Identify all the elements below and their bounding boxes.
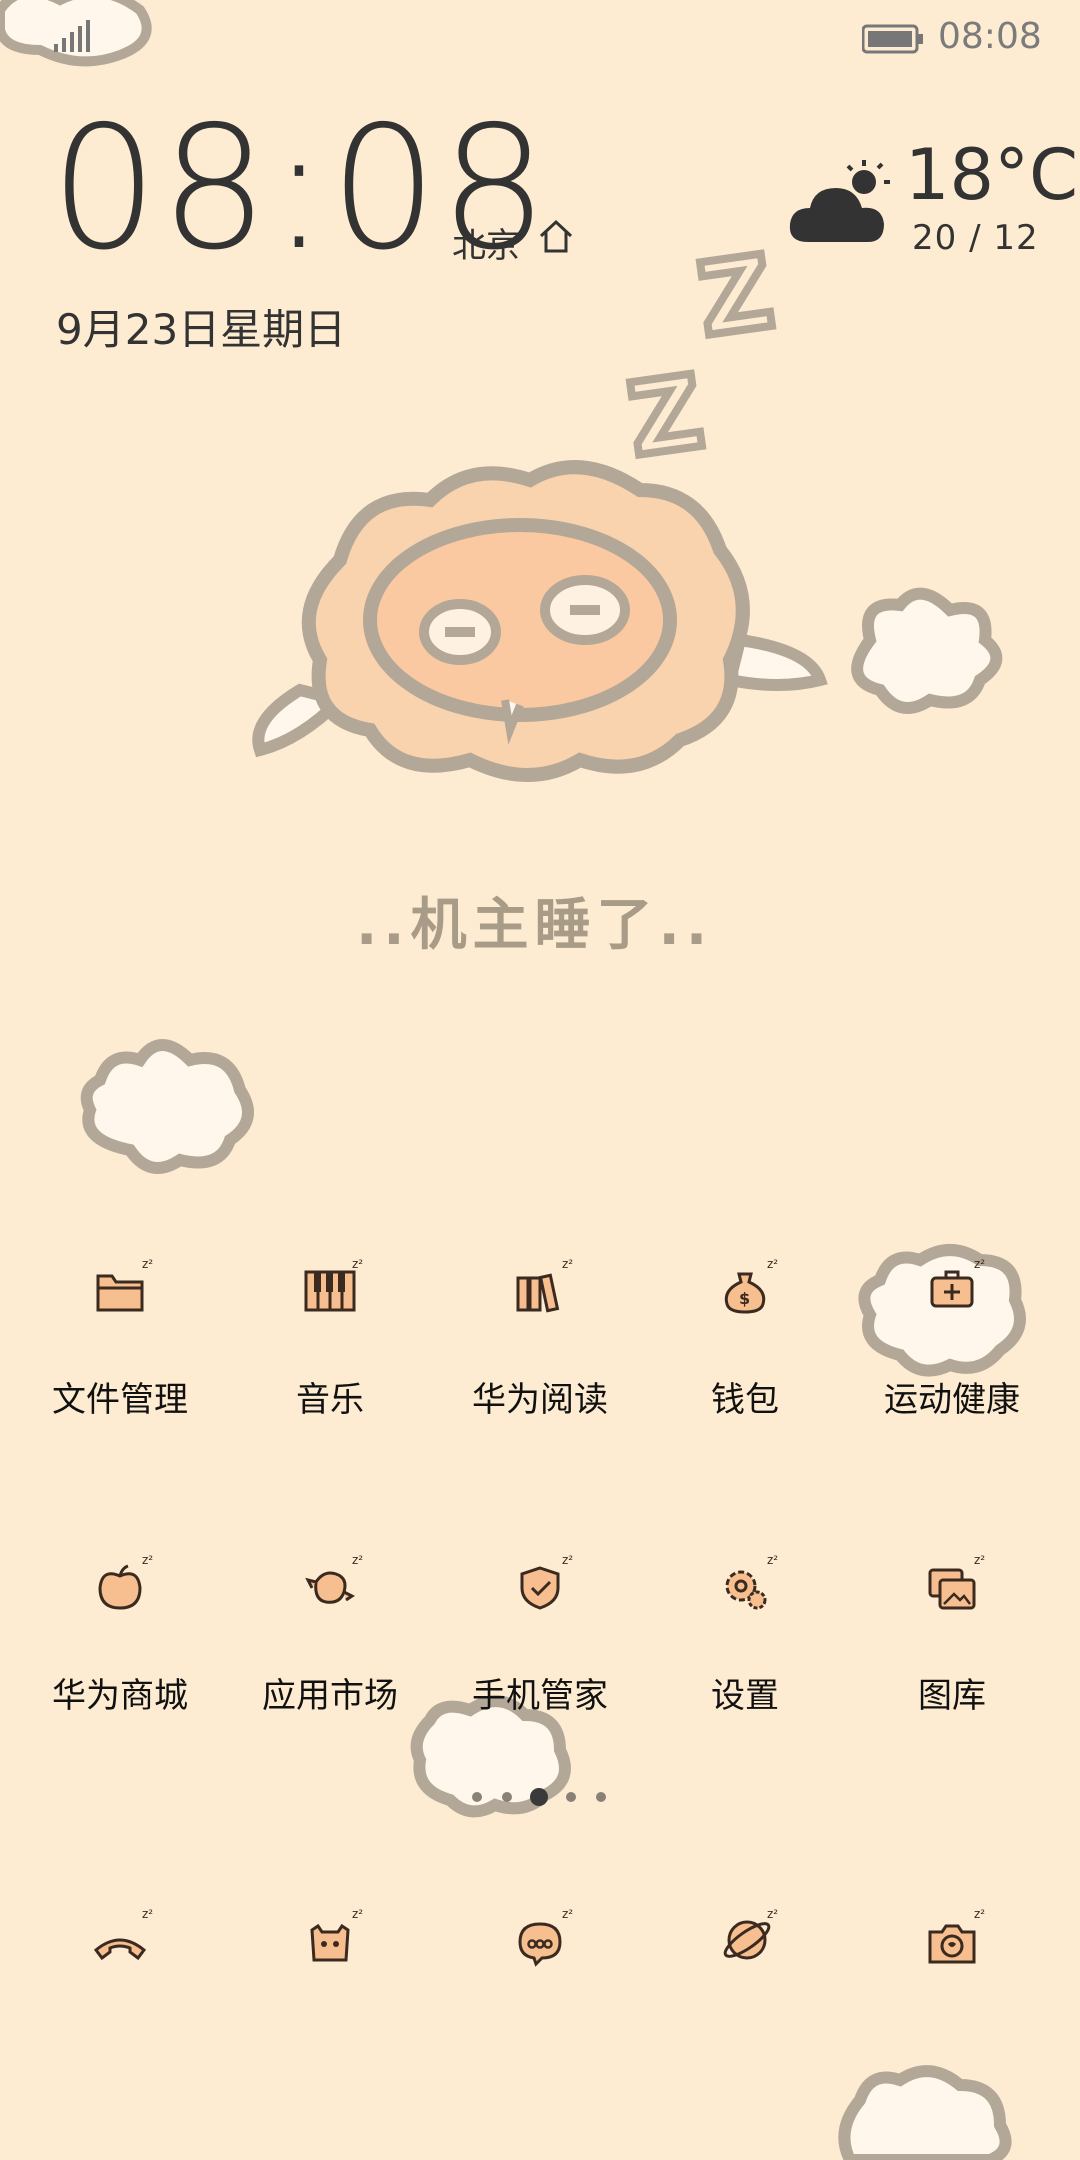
svg-text:z²: z² bbox=[352, 1907, 363, 1921]
app-music[interactable]: z² 音乐 bbox=[240, 1250, 420, 1450]
browser-icon: z² bbox=[723, 1907, 778, 1960]
app-label: 应用市场 bbox=[262, 1676, 398, 1716]
page-indicator[interactable] bbox=[470, 1786, 610, 1810]
temperature-range[interactable]: 20 / 12 bbox=[912, 218, 1039, 258]
svg-text:z²: z² bbox=[142, 1257, 153, 1271]
page-dot-active[interactable] bbox=[530, 1788, 548, 1806]
dock-phone[interactable]: z² bbox=[30, 1900, 210, 2000]
folder-icon: z² bbox=[96, 1257, 153, 1312]
svg-text:$: $ bbox=[739, 1289, 750, 1308]
page-dot[interactable] bbox=[502, 1792, 512, 1802]
app-health[interactable]: z² 运动健康 bbox=[862, 1250, 1042, 1450]
app-settings[interactable]: z² 设置 bbox=[655, 1546, 835, 1746]
app-label: 设置 bbox=[711, 1676, 779, 1716]
cloud-decoration bbox=[80, 1039, 254, 1174]
app-label: 钱包 bbox=[711, 1380, 779, 1420]
app-label: 文件管理 bbox=[52, 1380, 188, 1420]
page-dot[interactable] bbox=[566, 1792, 576, 1802]
home-icon bbox=[539, 219, 573, 253]
app-wallet[interactable]: $ z² 钱包 bbox=[655, 1250, 835, 1450]
cloud-decoration bbox=[851, 587, 1003, 714]
partly-cloudy-icon[interactable] bbox=[788, 158, 896, 246]
books-icon: z² bbox=[516, 1257, 573, 1313]
camera-icon: z² bbox=[928, 1907, 985, 1964]
app-app-market[interactable]: z² 应用市场 bbox=[240, 1546, 420, 1746]
gallery-icon: z² bbox=[928, 1553, 985, 1610]
store-icon: z² bbox=[98, 1553, 153, 1610]
z-decoration: Z bbox=[622, 353, 710, 479]
app-huawei-reader[interactable]: z² 华为阅读 bbox=[450, 1250, 630, 1450]
app-label: 音乐 bbox=[296, 1380, 364, 1420]
wallet-icon: $ z² bbox=[724, 1257, 778, 1314]
svg-text:z²: z² bbox=[974, 1257, 985, 1271]
svg-text:z²: z² bbox=[142, 1907, 153, 1921]
svg-text:z²: z² bbox=[767, 1257, 778, 1271]
status-bar-time: 08:08 bbox=[938, 16, 1042, 57]
signal-strength-icon bbox=[54, 20, 90, 52]
phone-icon: z² bbox=[93, 1907, 153, 1961]
cloud-decoration bbox=[838, 2065, 1012, 2160]
battery-icon bbox=[862, 24, 923, 54]
sleeping-pig-character bbox=[252, 460, 828, 782]
app-label: 手机管家 bbox=[472, 1676, 608, 1716]
dock-camera[interactable]: z² bbox=[862, 1900, 1042, 2000]
svg-text:z²: z² bbox=[767, 1553, 778, 1567]
app-phone-manager[interactable]: z² 手机管家 bbox=[450, 1546, 630, 1746]
date-text[interactable]: 9月23日星期日 bbox=[56, 296, 346, 357]
app-file-manager[interactable]: z² 文件管理 bbox=[30, 1250, 210, 1450]
phone-manager-icon: z² bbox=[520, 1553, 573, 1610]
svg-text:z²: z² bbox=[352, 1257, 363, 1271]
music-icon: z² bbox=[304, 1257, 363, 1312]
svg-text:z²: z² bbox=[974, 1907, 985, 1921]
health-icon: z² bbox=[930, 1257, 985, 1308]
svg-text:z²: z² bbox=[767, 1907, 778, 1921]
app-label: 图库 bbox=[918, 1676, 986, 1716]
svg-text:z²: z² bbox=[352, 1553, 363, 1567]
svg-text:z²: z² bbox=[974, 1553, 985, 1567]
svg-text:z²: z² bbox=[562, 1553, 573, 1567]
app-label: 华为商城 bbox=[52, 1676, 188, 1716]
app-market-icon: z² bbox=[305, 1553, 363, 1604]
dock-messages[interactable]: z² bbox=[450, 1900, 630, 2000]
app-label: 运动健康 bbox=[884, 1380, 1020, 1420]
weather-city[interactable]: 北京 bbox=[452, 218, 520, 267]
page-dot[interactable] bbox=[472, 1792, 482, 1802]
z-decoration: Z bbox=[692, 233, 780, 359]
contacts-icon: z² bbox=[310, 1907, 363, 1962]
settings-icon: z² bbox=[725, 1553, 778, 1610]
page-dot[interactable] bbox=[596, 1792, 606, 1802]
svg-text:z²: z² bbox=[562, 1907, 573, 1921]
svg-text:z²: z² bbox=[142, 1553, 153, 1567]
messages-icon: z² bbox=[518, 1907, 573, 1967]
dock-browser[interactable]: z² bbox=[655, 1900, 835, 2000]
temperature[interactable]: 18°C bbox=[905, 140, 1078, 210]
sleep-caption: ..机主睡了.. bbox=[356, 893, 714, 958]
app-label: 华为阅读 bbox=[472, 1380, 608, 1420]
dock-contacts[interactable]: z² bbox=[240, 1900, 420, 2000]
app-huawei-store[interactable]: z² 华为商城 bbox=[30, 1546, 210, 1746]
svg-text:z²: z² bbox=[562, 1257, 573, 1271]
app-gallery[interactable]: z² 图库 bbox=[862, 1546, 1042, 1746]
